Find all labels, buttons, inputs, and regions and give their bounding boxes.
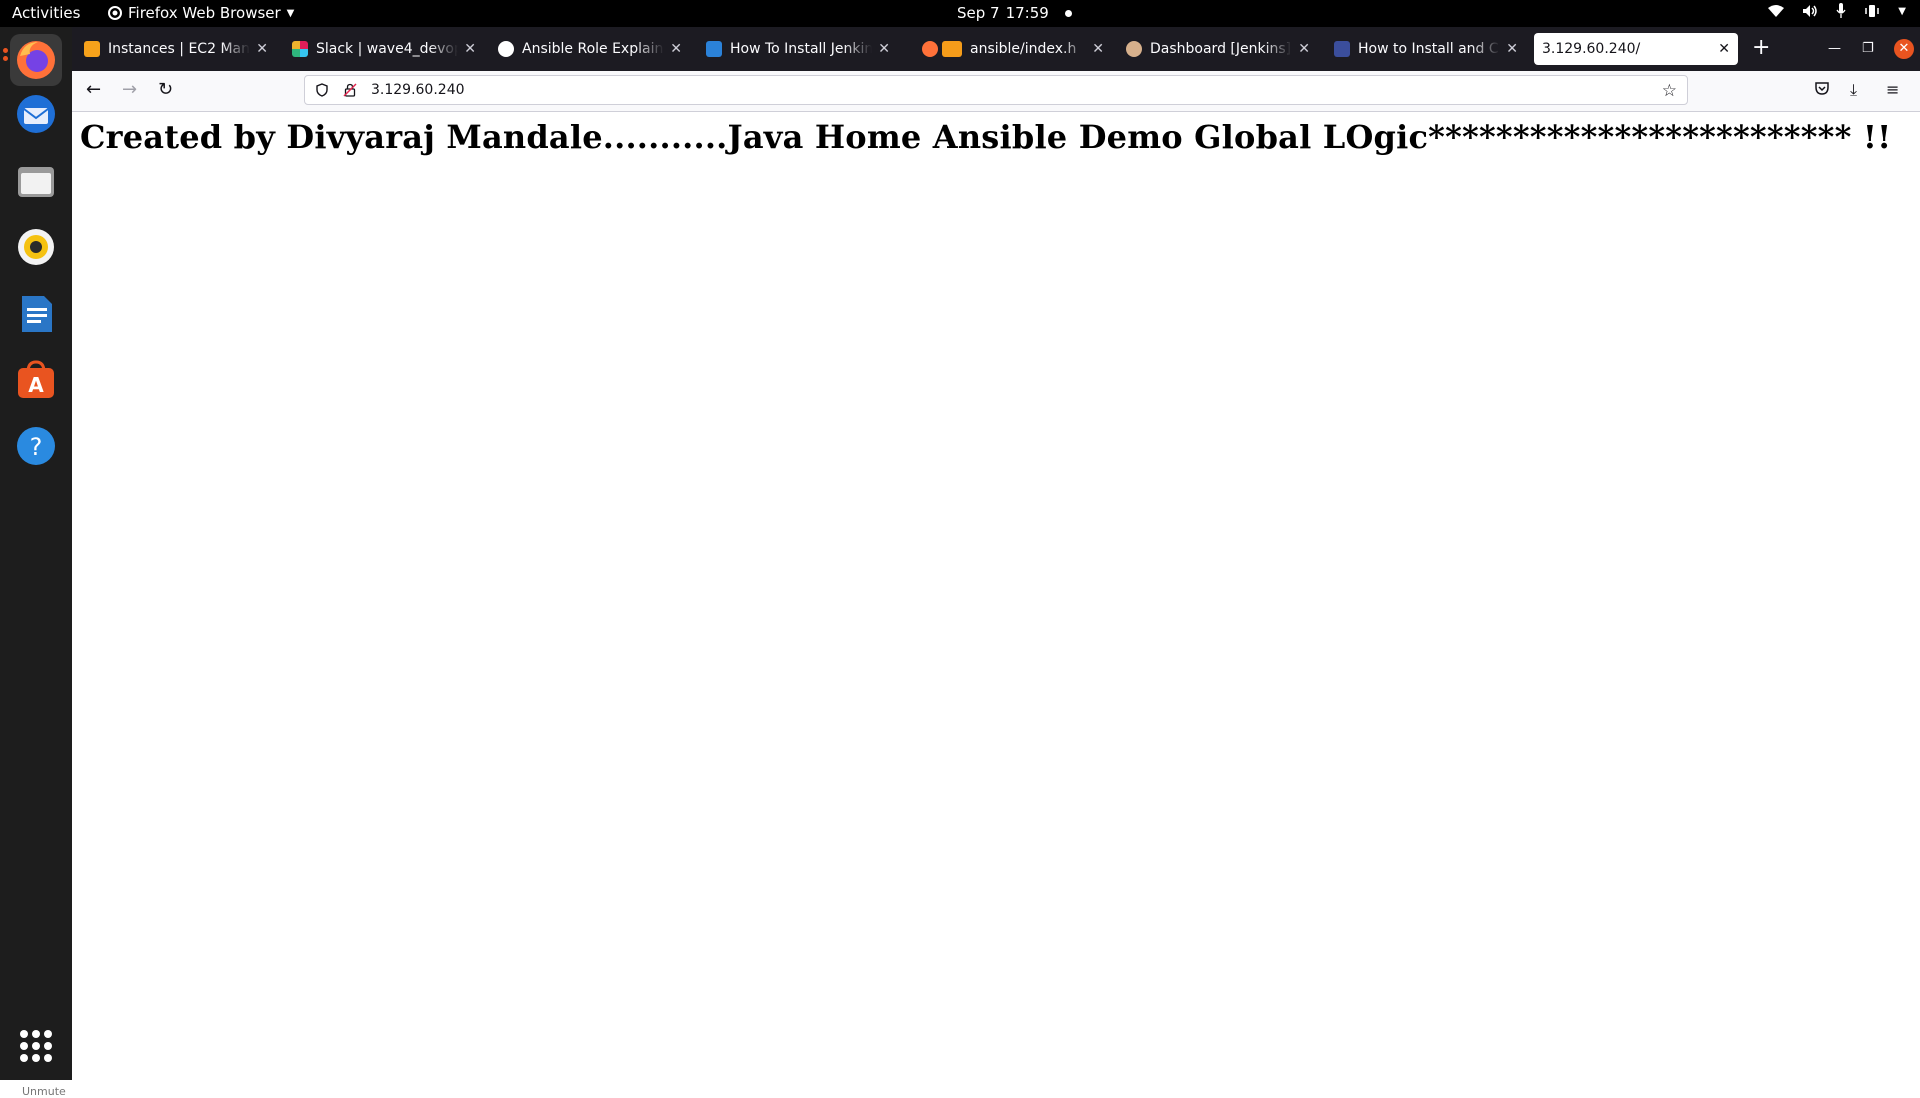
- clock-time: 17:59: [1005, 4, 1049, 22]
- system-tray[interactable]: ▼: [1768, 3, 1906, 19]
- insecure-lock-icon[interactable]: [343, 83, 357, 97]
- close-icon[interactable]: ✕: [1298, 41, 1310, 57]
- menu-icon[interactable]: ≡: [1886, 80, 1899, 99]
- site-favicon-icon: [498, 41, 514, 57]
- aws-favicon-icon: [84, 41, 100, 57]
- close-icon[interactable]: ✕: [1718, 41, 1730, 57]
- close-icon[interactable]: ✕: [878, 41, 890, 57]
- chevron-down-icon: ▼: [286, 7, 295, 19]
- restore-icon[interactable]: ❐: [1862, 41, 1874, 56]
- svg-text:A: A: [28, 373, 44, 397]
- new-tab-button[interactable]: +: [1752, 37, 1770, 59]
- microphone-indicator-icon: [942, 41, 962, 57]
- close-icon[interactable]: ✕: [670, 41, 682, 57]
- site-favicon-icon: [1334, 41, 1350, 57]
- window-close-button[interactable]: ✕: [1894, 39, 1914, 59]
- tab-ansible-role[interactable]: Ansible Role Explained ✕: [490, 33, 690, 65]
- system-top-bar: Activities Firefox Web Browser ▼ Sep 7 1…: [0, 0, 1920, 27]
- clock-date: Sep 7: [957, 4, 1000, 22]
- app-menu[interactable]: Firefox Web Browser ▼: [108, 4, 294, 22]
- back-button[interactable]: ←: [86, 80, 101, 100]
- tab-slack[interactable]: Slack | wave4_devops | Global ✕: [284, 33, 484, 65]
- tab-current-page[interactable]: 3.129.60.240/ ✕: [1534, 33, 1738, 65]
- battery-icon: [1865, 5, 1880, 17]
- shield-icon[interactable]: [315, 83, 329, 97]
- tab-ec2-instances[interactable]: Instances | EC2 Management Console ✕: [76, 33, 276, 65]
- firefox-window: Instances | EC2 Management Console ✕ Sla…: [72, 27, 1920, 1080]
- svg-text:?: ?: [30, 433, 43, 461]
- tab-jenkins-dashboard[interactable]: Dashboard [Jenkins] ✕: [1118, 33, 1318, 65]
- url-text[interactable]: 3.129.60.240: [371, 82, 465, 98]
- tab-title: Instances | EC2 Management Console: [108, 41, 250, 57]
- downloads-icon[interactable]: ⤓: [1850, 80, 1857, 100]
- close-icon[interactable]: ✕: [1092, 41, 1104, 57]
- firefox-favicon-icon: [922, 41, 938, 57]
- url-bar[interactable]: 3.129.60.240 ☆: [304, 75, 1688, 105]
- bookmark-star-icon[interactable]: ☆: [1662, 81, 1677, 101]
- pocket-icon[interactable]: [1814, 80, 1830, 96]
- wifi-icon: [1768, 5, 1785, 17]
- close-icon[interactable]: ✕: [256, 41, 268, 57]
- forward-button[interactable]: →: [122, 80, 137, 100]
- tab-title: Dashboard [Jenkins]: [1150, 41, 1292, 57]
- tab-ansible-index[interactable]: ansible/index.h ✕: [914, 33, 1112, 65]
- page-content: Created by Divyaraj Mandale...........Ja…: [72, 112, 1920, 1080]
- running-indicator: [3, 56, 8, 61]
- help-icon[interactable]: ?: [10, 420, 62, 472]
- running-indicator: [3, 48, 8, 53]
- unmute-label: Unmute: [22, 1085, 66, 1098]
- tab-title: Ansible Role Explained: [522, 41, 664, 57]
- rhythmbox-icon[interactable]: [10, 221, 62, 273]
- reload-button[interactable]: ↻: [158, 80, 173, 100]
- power-menu-icon: ▼: [1898, 5, 1906, 17]
- minimize-icon[interactable]: —: [1828, 41, 1841, 56]
- app-menu-label: Firefox Web Browser: [128, 4, 281, 22]
- notification-dot-icon: [1064, 9, 1072, 17]
- close-icon[interactable]: ✕: [1506, 41, 1518, 57]
- dock: A ? Unmute: [0, 27, 72, 1098]
- tab-bar: Instances | EC2 Management Console ✕ Sla…: [72, 27, 1920, 71]
- site-favicon-icon: [706, 41, 722, 57]
- microphone-icon: [1836, 3, 1846, 18]
- show-applications-icon[interactable]: [20, 1030, 52, 1062]
- writer-icon[interactable]: [10, 288, 62, 340]
- firefox-icon[interactable]: [10, 34, 62, 86]
- tab-install-configure[interactable]: How to Install and Configure ✕: [1326, 33, 1526, 65]
- tab-title: Slack | wave4_devops | Global: [316, 41, 458, 57]
- jenkins-favicon-icon: [1126, 41, 1142, 57]
- tab-title: 3.129.60.240/: [1542, 41, 1641, 57]
- files-icon[interactable]: [10, 155, 62, 207]
- page-heading: Created by Divyaraj Mandale...........Ja…: [80, 118, 1892, 156]
- thunderbird-icon[interactable]: [10, 88, 62, 140]
- tab-title: How To Install Jenkins: [730, 41, 873, 57]
- activities-button[interactable]: Activities: [12, 4, 80, 22]
- firefox-small-icon: [108, 6, 122, 20]
- slack-favicon-icon: [292, 41, 308, 57]
- tab-title: ansible/index.h: [970, 41, 1077, 57]
- close-icon[interactable]: ✕: [464, 41, 476, 57]
- software-icon[interactable]: A: [10, 354, 62, 406]
- volume-icon: [1803, 5, 1818, 17]
- clock[interactable]: Sep 7 17:59: [957, 4, 1072, 22]
- tab-title: How to Install and Configure: [1358, 41, 1500, 57]
- navigation-toolbar: ← → ↻ 3.129.60.240 ☆ ⤓ ≡: [72, 71, 1920, 112]
- tab-install-jenkins[interactable]: How To Install Jenkins ✕: [698, 33, 898, 65]
